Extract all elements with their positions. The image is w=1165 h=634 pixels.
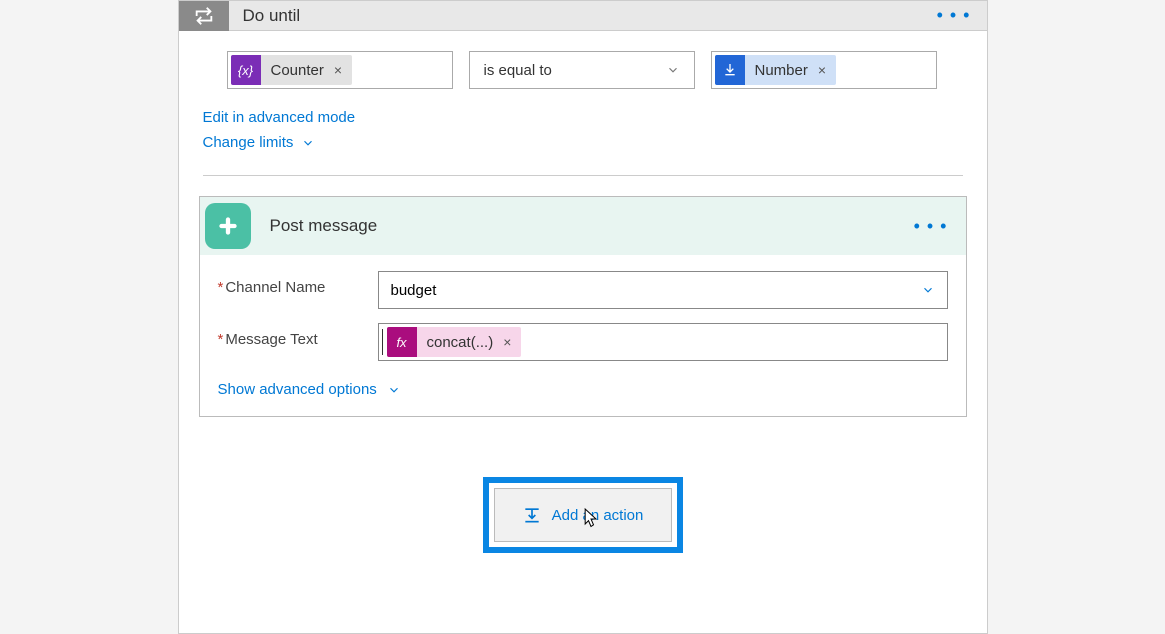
show-advanced-label: Show advanced options: [218, 381, 377, 398]
do-until-more-icon[interactable]: • • •: [937, 5, 971, 26]
post-message-header[interactable]: Post message • • •: [200, 197, 966, 255]
loop-icon: [179, 1, 229, 31]
chevron-down-icon: [387, 383, 401, 397]
token-label: Number: [745, 62, 816, 79]
channel-select[interactable]: budget: [378, 271, 948, 309]
message-row: *Message Text fx concat(...) ×: [218, 323, 948, 361]
token-remove-icon[interactable]: ×: [501, 334, 521, 350]
condition-row: {x} Counter × is equal to Number ×: [179, 31, 987, 105]
slack-icon: [200, 197, 256, 255]
condition-left-field[interactable]: {x} Counter ×: [227, 51, 453, 89]
fx-icon: fx: [387, 327, 417, 357]
token-label: Counter: [261, 62, 332, 79]
chevron-down-icon: [666, 63, 680, 77]
add-step-icon: [522, 505, 542, 525]
change-limits-link[interactable]: Change limits: [179, 130, 987, 167]
divider: [203, 175, 963, 176]
text-cursor: [382, 329, 383, 355]
input-icon: [715, 55, 745, 85]
token-remove-icon[interactable]: ×: [816, 62, 836, 78]
do-until-header[interactable]: Do until • • •: [179, 1, 987, 31]
variable-token-counter[interactable]: {x} Counter ×: [231, 55, 353, 85]
channel-label: *Channel Name: [218, 271, 378, 296]
add-action-container: Add an action: [179, 437, 987, 633]
condition-right-field[interactable]: Number ×: [711, 51, 937, 89]
message-input[interactable]: fx concat(...) ×: [378, 323, 948, 361]
add-action-highlight: Add an action: [483, 477, 683, 553]
channel-row: *Channel Name budget: [218, 271, 948, 309]
message-label: *Message Text: [218, 323, 378, 348]
post-message-title: Post message: [270, 216, 378, 236]
chevron-down-icon: [921, 283, 935, 297]
show-advanced-link[interactable]: Show advanced options: [218, 375, 948, 402]
channel-value: budget: [391, 282, 437, 299]
post-message-more-icon[interactable]: • • •: [914, 216, 948, 237]
do-until-title: Do until: [243, 6, 301, 26]
condition-operator-select[interactable]: is equal to: [469, 51, 695, 89]
input-token-number[interactable]: Number ×: [715, 55, 837, 85]
form-body: *Channel Name budget *Message Text fx co…: [200, 255, 966, 416]
token-remove-icon[interactable]: ×: [332, 62, 352, 78]
operator-value: is equal to: [484, 62, 552, 79]
chevron-down-icon: [301, 136, 315, 150]
post-message-card: Post message • • • *Channel Name budget …: [199, 196, 967, 417]
mouse-cursor-icon: [581, 507, 601, 531]
edit-advanced-link[interactable]: Edit in advanced mode: [179, 105, 987, 130]
change-limits-label: Change limits: [203, 134, 294, 151]
variable-icon: {x}: [231, 55, 261, 85]
token-label: concat(...): [417, 334, 502, 351]
expression-token-concat[interactable]: fx concat(...) ×: [387, 327, 522, 357]
